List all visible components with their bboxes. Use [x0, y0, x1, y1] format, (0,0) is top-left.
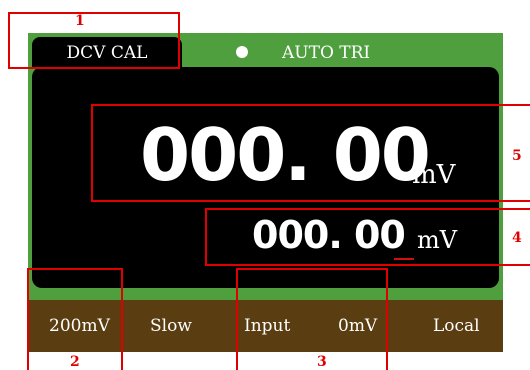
dot-icon	[236, 46, 248, 58]
callout-number-5: 5	[512, 148, 522, 164]
callout-number-3: 3	[317, 354, 327, 370]
callout-number-4: 4	[512, 230, 522, 246]
callout-box-1	[8, 12, 180, 69]
speed-softkey[interactable]: Slow	[150, 300, 192, 352]
callout-number-1: 1	[75, 13, 85, 29]
local-softkey[interactable]: Local	[433, 300, 480, 352]
callout-number-2: 2	[70, 354, 80, 370]
callout-box-3	[236, 268, 388, 370]
trigger-mode-label: AUTO TRI	[282, 43, 371, 63]
callout-box-5	[91, 104, 530, 202]
callout-box-4	[205, 208, 530, 266]
